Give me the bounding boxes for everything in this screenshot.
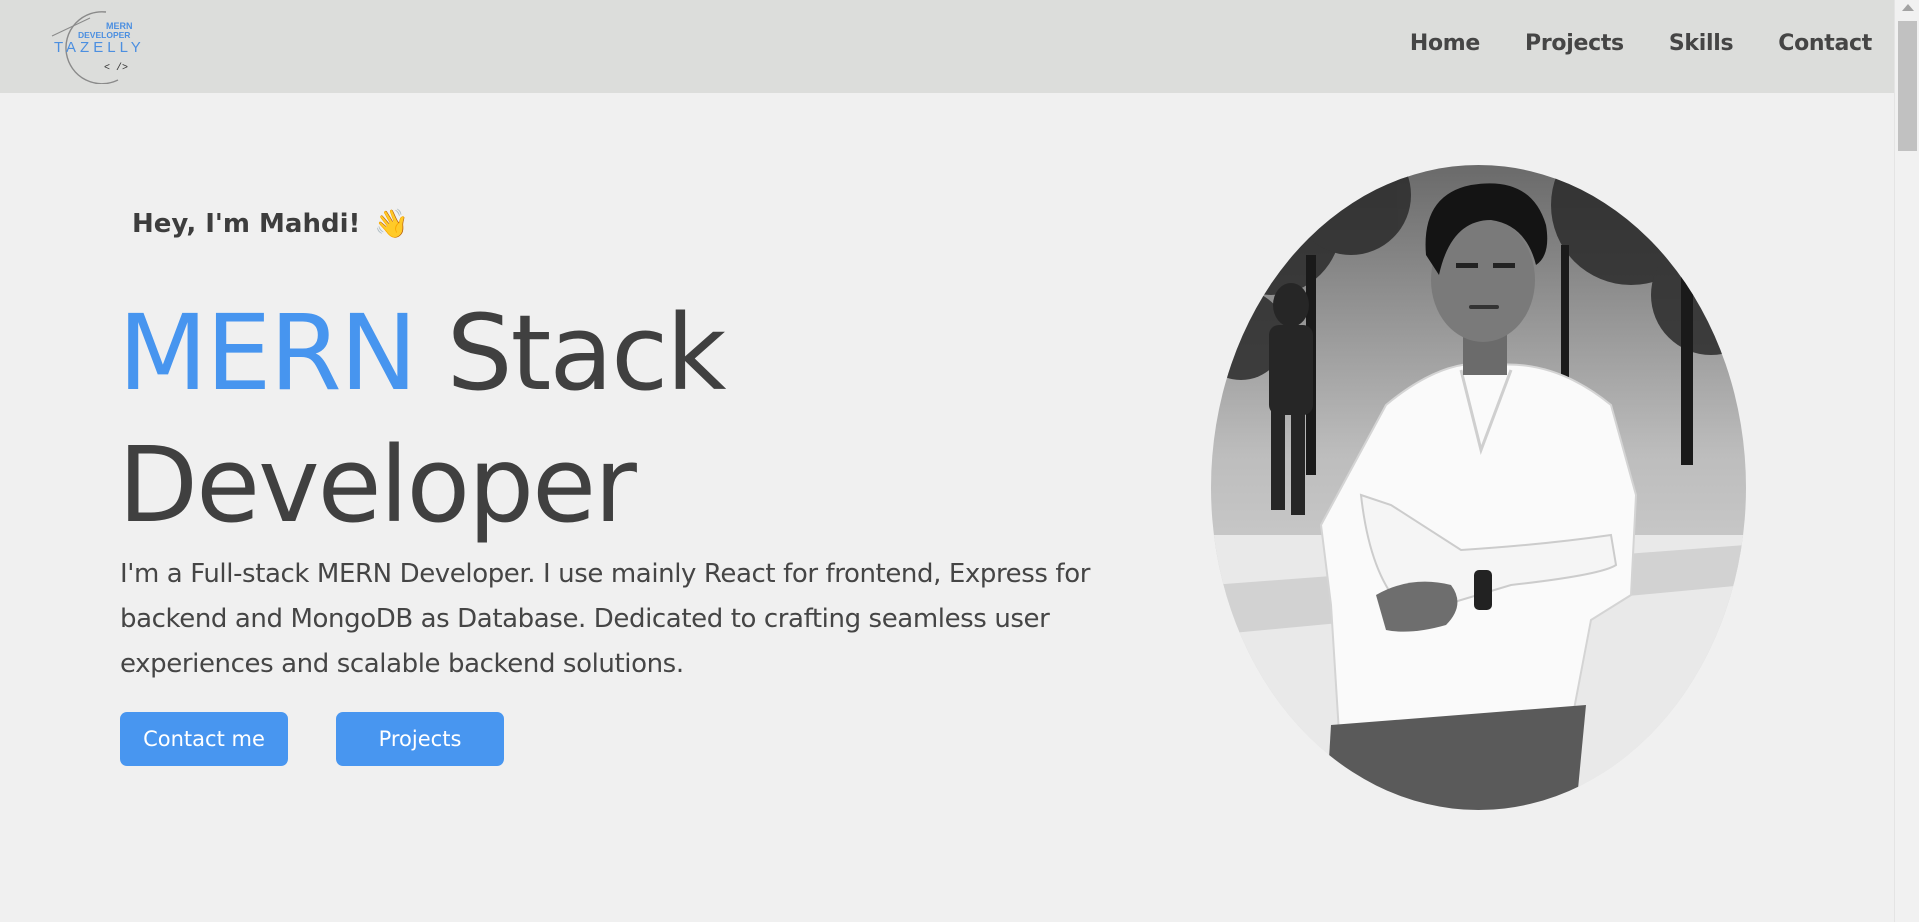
chevron-up-icon[interactable] xyxy=(1902,4,1914,11)
profile-photo xyxy=(1211,165,1746,810)
main-nav: Home Projects Skills Contact xyxy=(1410,31,1872,56)
greeting-text: Hey, I'm Mahdi! xyxy=(132,208,361,239)
svg-text:TAZELLY: TAZELLY xyxy=(54,39,145,56)
waving-hand-icon: 👋 xyxy=(374,207,410,240)
nav-link-skills[interactable]: Skills xyxy=(1669,31,1734,56)
projects-button[interactable]: Projects xyxy=(336,712,504,766)
contact-me-button[interactable]: Contact me xyxy=(120,712,288,766)
profile-photo-graphic xyxy=(1211,165,1746,810)
site-header: MERN DEVELOPER TAZELLY < /> Home Project… xyxy=(0,0,1894,93)
page: MERN DEVELOPER TAZELLY < /> Home Project… xyxy=(0,0,1919,922)
svg-text:< />: < /> xyxy=(104,62,128,74)
vertical-scrollbar[interactable] xyxy=(1894,0,1919,922)
nav-link-contact[interactable]: Contact xyxy=(1778,31,1872,56)
hero-greeting: Hey, I'm Mahdi! 👋 xyxy=(132,207,409,240)
hero-title-accent: MERN xyxy=(118,292,417,414)
hero-title-line2: Developer xyxy=(118,424,637,546)
logo-graphic: MERN DEVELOPER TAZELLY < /> xyxy=(51,11,145,84)
nav-link-projects[interactable]: Projects xyxy=(1525,31,1624,56)
scrollbar-thumb[interactable] xyxy=(1898,21,1917,151)
tazelly-logo[interactable]: MERN DEVELOPER TAZELLY < /> xyxy=(42,6,166,84)
hero-description: I'm a Full-stack MERN Developer. I use m… xyxy=(120,559,1090,679)
hero-title: MERN Stack Developer xyxy=(118,287,918,551)
nav-link-home[interactable]: Home xyxy=(1410,31,1480,56)
hero-title-rest: Stack xyxy=(446,292,727,414)
